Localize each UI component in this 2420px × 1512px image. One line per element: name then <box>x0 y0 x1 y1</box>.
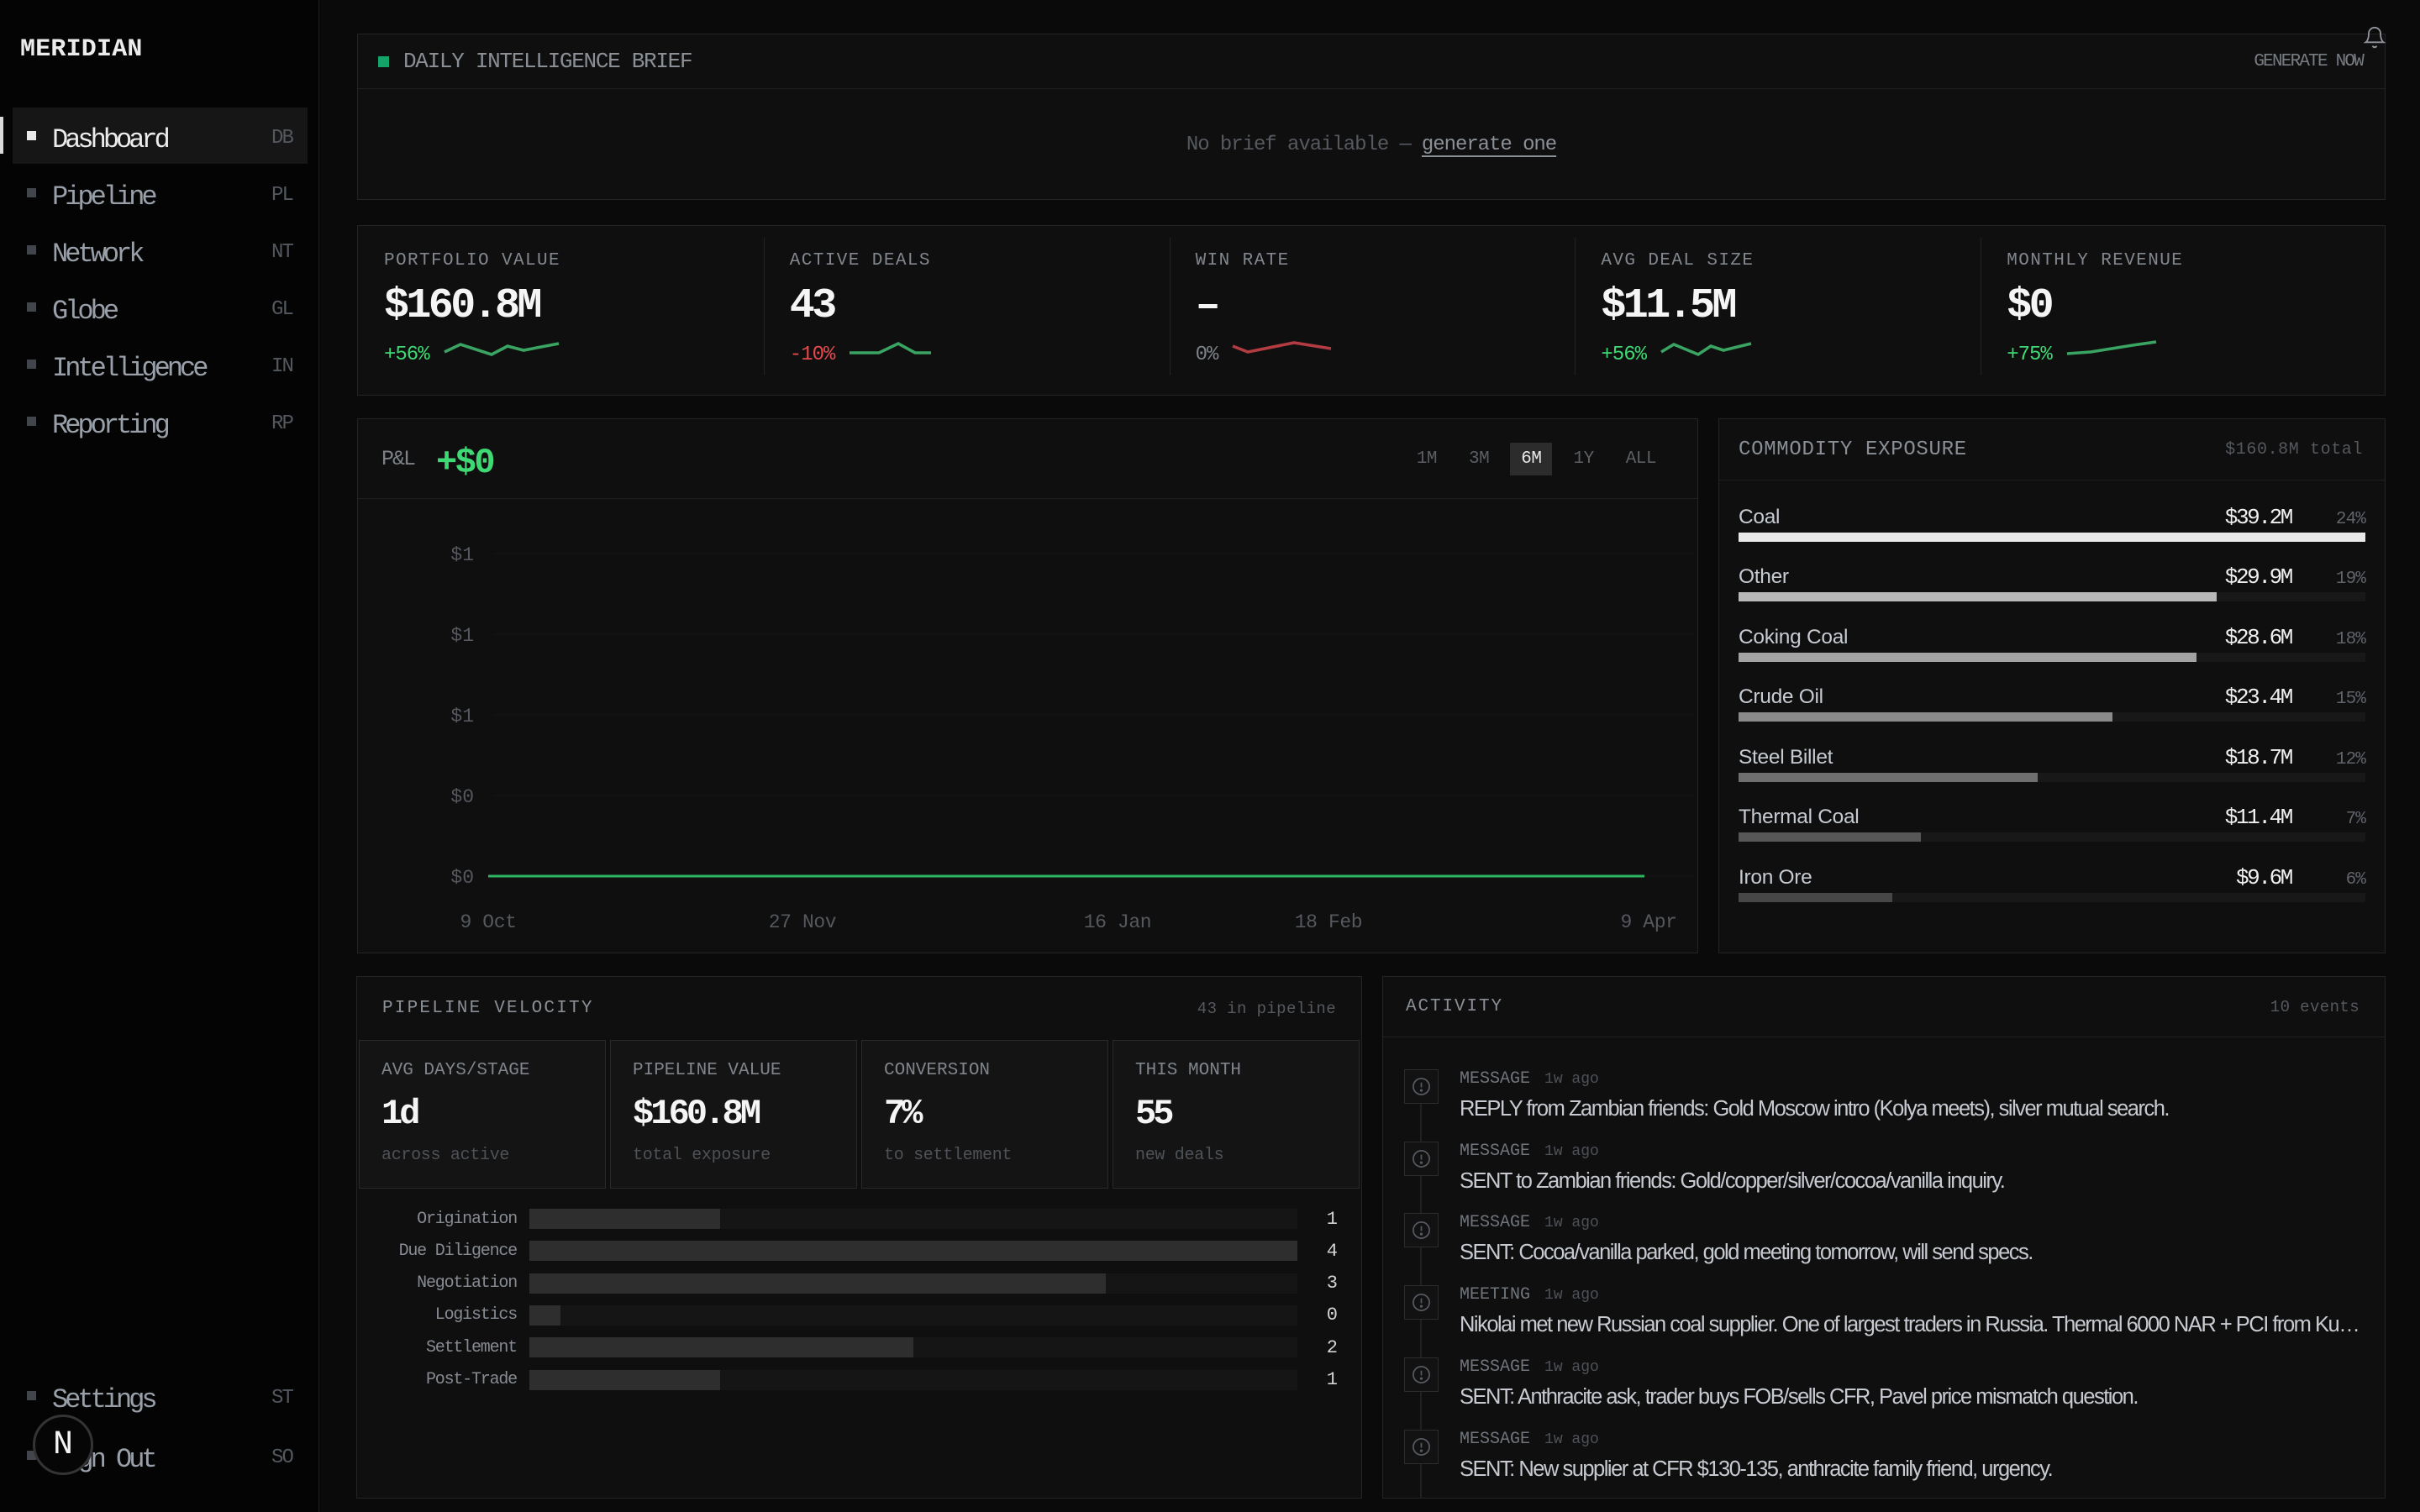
svg-text:$0: $0 <box>450 867 474 889</box>
svg-text:$1: $1 <box>450 544 474 566</box>
svg-text:27 Nov: 27 Nov <box>769 911 837 933</box>
svg-text:9 Apr: 9 Apr <box>1620 911 1676 933</box>
svg-text:$0: $0 <box>450 786 474 808</box>
svg-text:16 Jan: 16 Jan <box>1084 911 1151 933</box>
svg-text:18 Feb: 18 Feb <box>1295 911 1362 933</box>
svg-text:9 Oct: 9 Oct <box>460 911 516 933</box>
svg-text:$1: $1 <box>450 706 474 727</box>
svg-text:$1: $1 <box>450 625 474 647</box>
